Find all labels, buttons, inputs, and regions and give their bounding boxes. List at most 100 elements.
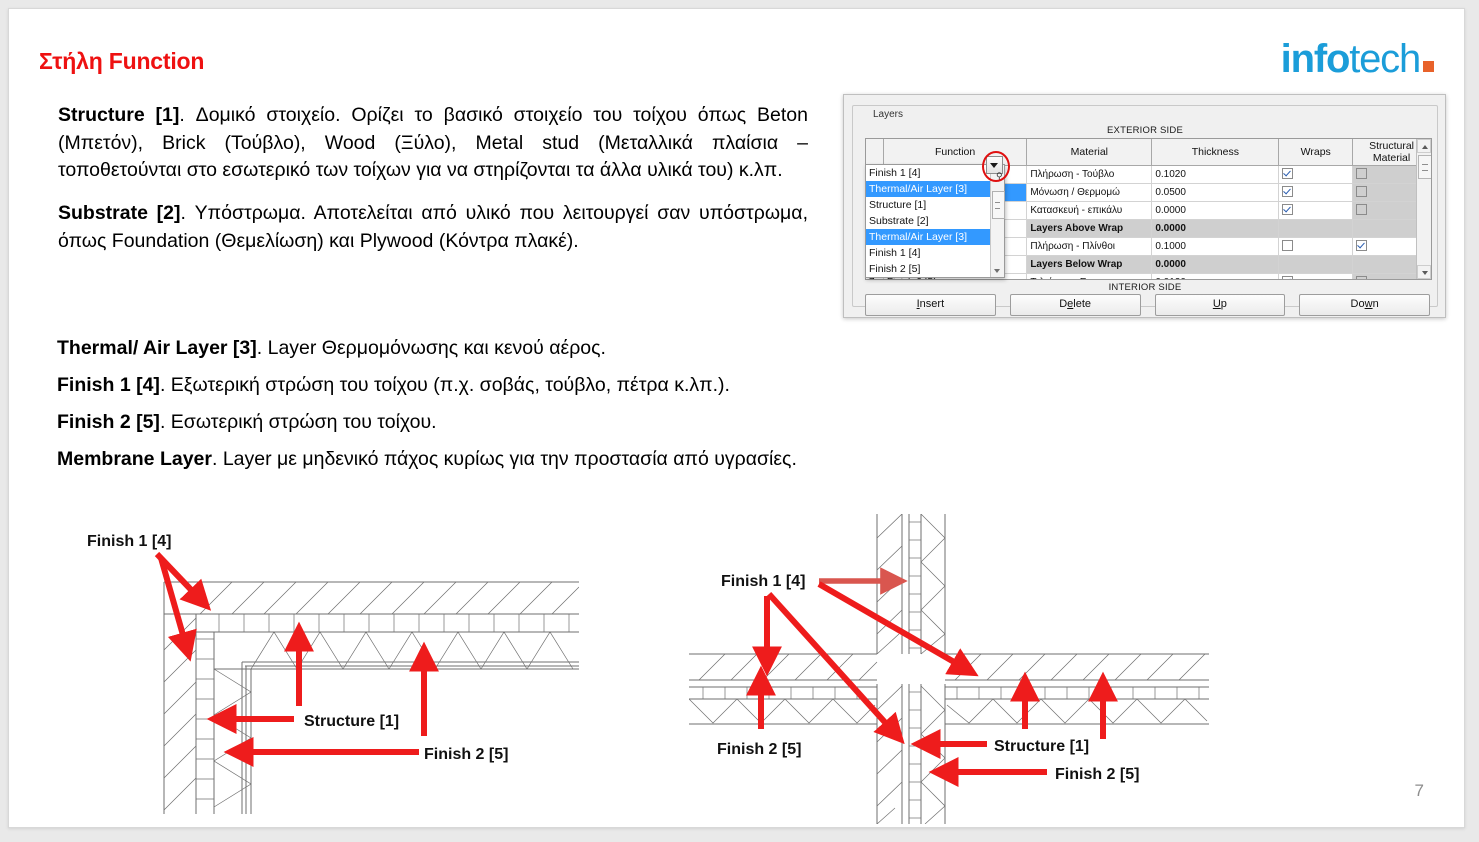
cad-right-label-structure: Structure [1] <box>994 738 1089 755</box>
wall-corner-svg: Finish 1 [4] Structure [1] Finish 2 [5] <box>87 533 580 814</box>
cell-wraps[interactable] <box>1278 201 1354 220</box>
cell-wraps[interactable] <box>1278 219 1354 238</box>
cell-thickness[interactable]: 0.0000 <box>1151 219 1280 238</box>
groupbox-label: Layers <box>869 109 908 120</box>
slide-canvas: infotech Στήλη Function Structure [1]. Δ… <box>8 8 1465 828</box>
wraps-checkbox[interactable] <box>1282 186 1294 197</box>
term-substrate: Substrate [2] <box>58 202 181 225</box>
layers-groupbox: Layers EXTERIOR SIDE INTERIOR SIDE Funct… <box>852 105 1438 316</box>
body-text-block: Structure [1]. Δομικό στοιχείο. Ορίζει τ… <box>58 102 808 270</box>
cad-right-label-finish2-left: Finish 2 [5] <box>717 741 801 758</box>
table-header-row: Function Material Thickness Wraps Struct… <box>866 139 1431 166</box>
structural-material-checkbox[interactable] <box>1356 186 1368 197</box>
cell-material[interactable]: Layers Below Wrap <box>1026 255 1153 274</box>
definition-list: Thermal/ Air Layer [3]. Layer Θερμομόνωσ… <box>57 337 917 485</box>
function-dropdown-list[interactable]: Finish 1 [4] Thermal/Air Layer [3] Structu… <box>865 164 1005 278</box>
cad-left-label-finish1: Finish 1 [4] <box>87 533 171 550</box>
cell-thickness[interactable]: 0.0000 <box>1151 201 1280 220</box>
term-structure: Structure [1] <box>58 104 180 126</box>
logo-dot-icon <box>1423 61 1434 72</box>
dropdown-scrollbar-thumb[interactable] <box>992 191 1005 219</box>
slide-number: 7 <box>1414 781 1424 800</box>
cell-thickness[interactable]: 0.1000 <box>1151 237 1280 256</box>
cell-thickness[interactable]: 0.0500 <box>1151 183 1280 202</box>
exterior-side-label: EXTERIOR SIDE <box>1107 125 1183 136</box>
term-finish-2: Finish 2 [5] <box>57 411 160 433</box>
cad-right-label-finish1: Finish 1 [4] <box>721 573 805 590</box>
logo-tech-text: tech <box>1349 37 1421 81</box>
definition-finish-1: . Εξωτερική στρώση του τοίχου (π.χ. σοβά… <box>159 374 730 396</box>
structural-material-checkbox[interactable] <box>1356 276 1368 279</box>
cell-wraps[interactable] <box>1278 183 1354 202</box>
cell-thickness[interactable]: 0.1020 <box>1151 165 1280 184</box>
wall-corner-diagram: Finish 1 [4] Structure [1] Finish 2 [5] <box>69 514 580 814</box>
wraps-checkbox[interactable] <box>1282 204 1294 215</box>
dialog-button-row: Insert Delete Up Down <box>865 294 1430 316</box>
cell-material[interactable]: Κατασκευή - επικάλυ <box>1026 201 1153 220</box>
wall-intersection-svg: Finish 1 [4] Finish 2 [5] Structure [1] … <box>688 513 1209 825</box>
wraps-checkbox[interactable] <box>1282 276 1294 279</box>
col-header-thickness[interactable]: Thickness <box>1151 139 1280 166</box>
dropdown-option[interactable]: Structure [1] <box>866 197 1004 213</box>
wraps-checkbox[interactable] <box>1282 240 1294 251</box>
cell-material[interactable]: Μόνωση / Θερμομώ <box>1026 183 1153 202</box>
chevron-down-icon <box>990 163 998 168</box>
page-title: Στήλη Function <box>39 48 205 74</box>
up-button[interactable]: Up <box>1154 294 1286 316</box>
dropdown-option[interactable]: Finish 2 [5] <box>866 261 1004 277</box>
definition-membrane-layer: . Layer με μηδενικό πάχος κυρίως για την… <box>211 448 797 470</box>
dropdown-option[interactable]: Thermal/Air Layer [3] <box>866 181 1004 197</box>
col-header-material[interactable]: Material <box>1026 139 1153 166</box>
dropdown-option[interactable]: Substrate [2] <box>866 213 1004 229</box>
list-item: Thermal/ Air Layer [3]. Layer Θερμομόνωσ… <box>57 337 917 360</box>
definition-finish-2: . Εσωτερική στρώση του τοίχου. <box>159 411 437 433</box>
cad-left-label-finish2: Finish 2 [5] <box>424 746 508 763</box>
dropdown-scroll-down-icon[interactable] <box>991 264 1004 277</box>
cell-material[interactable]: Layers Above Wrap <box>1026 219 1153 238</box>
mouse-cursor-icon: ⚲ <box>996 171 1003 181</box>
infotech-logo: infotech <box>1281 39 1434 79</box>
cell-wraps[interactable] <box>1278 237 1354 256</box>
wraps-checkbox[interactable] <box>1282 168 1294 179</box>
paragraph-substrate: Substrate [2]. Υπόστρωμα. Αποτελείται απ… <box>58 200 808 255</box>
scroll-up-arrow-icon[interactable] <box>1417 139 1431 153</box>
cell-material[interactable]: Τελείωμα - Εσωτερικ <box>1026 273 1153 279</box>
delete-button[interactable]: Delete <box>1009 294 1141 316</box>
layers-dialog: Layers EXTERIOR SIDE INTERIOR SIDE Funct… <box>843 94 1446 318</box>
term-finish-1: Finish 1 [4] <box>57 374 160 396</box>
cell-wraps[interactable] <box>1278 273 1354 279</box>
cad-right-label-finish2-bottom: Finish 2 [5] <box>1055 766 1139 783</box>
dropdown-option[interactable]: Finish 1 [4] <box>866 165 1004 181</box>
dropdown-option[interactable]: Thermal/Air Layer [3] <box>866 229 1004 245</box>
paragraph-structure: Structure [1]. Δομικό στοιχείο. Ορίζει τ… <box>58 102 808 185</box>
structural-material-checkbox[interactable] <box>1356 204 1368 215</box>
term-thermal-air-layer: Thermal/ Air Layer [3] <box>57 337 257 359</box>
cad-left-label-structure: Structure [1] <box>304 713 399 730</box>
cell-thickness[interactable]: 0.0120 <box>1151 273 1280 279</box>
interior-side-label: INTERIOR SIDE <box>1108 282 1182 293</box>
cell-wraps[interactable] <box>1278 165 1354 184</box>
grid-scrollbar[interactable] <box>1416 139 1431 279</box>
structural-material-checkbox[interactable] <box>1356 168 1368 179</box>
list-item: Membrane Layer. Layer με μηδενικό πάχος … <box>57 448 917 471</box>
dropdown-option[interactable]: Finish 1 [4] <box>866 245 1004 261</box>
insert-button[interactable]: Insert <box>865 294 996 316</box>
dropdown-scrollbar[interactable] <box>990 165 1005 277</box>
wall-intersection-diagram: Finish 1 [4] Finish 2 [5] Structure [1] … <box>688 513 1209 825</box>
down-button[interactable]: Down <box>1299 294 1430 316</box>
cell-material[interactable]: Πλήρωση - Τούβλο <box>1026 165 1153 184</box>
structural-material-checkbox[interactable] <box>1356 240 1368 251</box>
term-membrane-layer: Membrane Layer <box>57 448 212 470</box>
col-header-wraps[interactable]: Wraps <box>1278 139 1354 166</box>
col-header-function[interactable]: Function <box>883 139 1028 166</box>
list-item: Finish 1 [4]. Εξωτερική στρώση του τοίχο… <box>57 374 917 397</box>
definition-thermal-air-layer: . Layer Θερμομόνωσης και κενού αέρος. <box>256 337 606 359</box>
scroll-down-arrow-icon[interactable] <box>1417 265 1431 279</box>
cell-wraps[interactable] <box>1278 255 1354 274</box>
grid-scrollbar-thumb[interactable] <box>1418 155 1431 179</box>
logo-info-text: info <box>1280 37 1351 81</box>
dropdown-options: Finish 1 [4] Thermal/Air Layer [3] Structu… <box>866 165 1004 277</box>
cell-material[interactable]: Πλήρωση - Πλίνθοι <box>1026 237 1153 256</box>
col-header-index[interactable] <box>866 139 884 166</box>
cell-thickness[interactable]: 0.0000 <box>1151 255 1280 274</box>
